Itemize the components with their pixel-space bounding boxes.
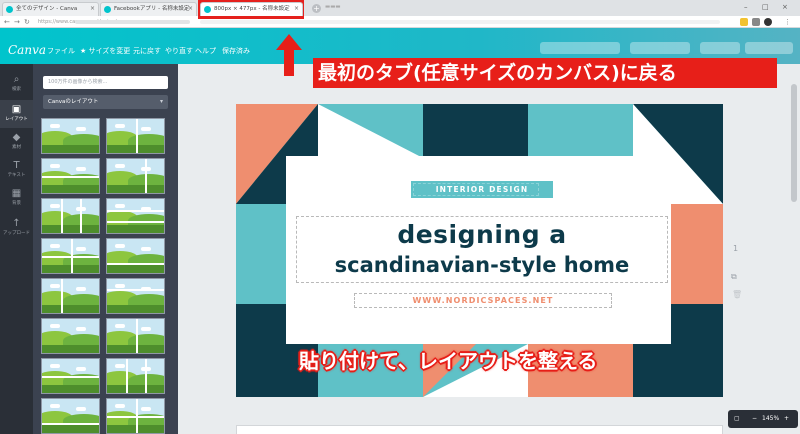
- background-icon: ▦: [11, 188, 22, 199]
- page-number: 1: [733, 244, 739, 253]
- window-close-icon[interactable]: ×: [782, 2, 788, 12]
- maximize-icon[interactable]: □: [762, 2, 769, 12]
- canva-favicon-icon: [104, 6, 111, 13]
- menu-resize[interactable]: ★ サイズを変更: [80, 46, 130, 56]
- blurred-tab: ▬▬▬: [325, 4, 341, 10]
- layout-thumbnail[interactable]: [106, 278, 165, 314]
- extension-icon[interactable]: [752, 18, 760, 26]
- layout-thumbnail[interactable]: [106, 198, 165, 234]
- layout-thumbnail[interactable]: [106, 158, 165, 194]
- dropdown-label: Canvaのレイアウト: [48, 99, 99, 105]
- more-icon[interactable]: ⋮: [784, 17, 791, 27]
- selection-box: [413, 183, 539, 196]
- tab-label: Facebookアプリ - 名称未設定: [114, 6, 190, 12]
- blurred-header-item: [630, 42, 690, 54]
- browser-tab-bar: 全てのデザイン - Canva × Facebookアプリ - 名称未設定 × …: [0, 0, 800, 16]
- website-textbox[interactable]: WWW.NORDICSPACES.NET: [354, 293, 612, 308]
- canva-favicon-icon: [6, 6, 13, 13]
- layout-thumbnail[interactable]: [41, 118, 100, 154]
- zoom-level: 145%: [762, 415, 780, 422]
- tab-label: 800px × 477px - 名称未設定: [214, 6, 290, 12]
- profile-icon[interactable]: [764, 18, 772, 26]
- annotation-bottom: 貼り付けて、レイアウトを整える: [299, 349, 598, 373]
- menu-saved: 保存済み: [222, 47, 250, 55]
- sidebar-item-layout[interactable]: ▣ レイアウト: [0, 100, 33, 128]
- layout-thumbnail[interactable]: [106, 118, 165, 154]
- annotation-top: 最初のタブ(任意サイズのカンバス)に戻る: [313, 58, 777, 88]
- back-icon[interactable]: ←: [4, 17, 10, 27]
- layout-thumbnail[interactable]: [41, 198, 100, 234]
- search-input[interactable]: 100万件の画像から検索...: [43, 76, 168, 89]
- layout-thumbnail[interactable]: [41, 238, 100, 274]
- blurred-header-item: [540, 42, 620, 54]
- reload-icon[interactable]: ↻: [24, 17, 30, 27]
- close-icon[interactable]: ×: [294, 3, 299, 15]
- menu-help[interactable]: ヘルプ: [195, 46, 216, 56]
- layout-icon: ▣: [11, 104, 22, 115]
- upload-icon: ↑: [12, 218, 21, 229]
- layout-grid: [41, 118, 169, 434]
- search-icon: ⌕: [13, 74, 20, 85]
- zoom-in-icon[interactable]: +: [784, 410, 789, 428]
- minimize-icon[interactable]: –: [744, 2, 748, 12]
- layout-thumbnail[interactable]: [106, 358, 165, 394]
- headline-textbox[interactable]: designing a scandinavian-style home: [296, 216, 668, 283]
- extension-icon[interactable]: [740, 18, 748, 26]
- layout-thumbnail[interactable]: [41, 158, 100, 194]
- close-icon[interactable]: ×: [90, 3, 95, 15]
- scrollbar-thumb[interactable]: [791, 84, 797, 202]
- layout-panel: 100万件の画像から検索... Canvaのレイアウト ▾: [33, 64, 178, 434]
- sidebar-item-label: 背景: [12, 201, 21, 206]
- sidebar-item-label: 検索: [12, 87, 21, 92]
- layout-thumbnail[interactable]: [41, 358, 100, 394]
- delete-page-icon[interactable]: 🗑: [732, 290, 742, 299]
- layout-thumbnail[interactable]: [41, 318, 100, 354]
- menu-file[interactable]: ファイル: [47, 46, 75, 56]
- sidebar-item-background[interactable]: ▦ 背景: [0, 184, 33, 212]
- present-icon[interactable]: ▢: [734, 410, 740, 428]
- zoom-control[interactable]: ▢ − 145% +: [728, 410, 798, 428]
- url-blur: [200, 20, 720, 24]
- screenshot: 全てのデザイン - Canva × Facebookアプリ - 名称未設定 × …: [0, 0, 800, 434]
- menu-undo[interactable]: 元に戻す: [133, 46, 161, 56]
- sidebar-item-label: アップロード: [3, 231, 30, 236]
- blurred-header-item: [745, 42, 793, 54]
- sidebar: ⌕ 検索 ▣ レイアウト ◆ 素材 T テキスト ▦ 背景 ↑ アップロード: [0, 64, 33, 434]
- layout-thumbnail[interactable]: [106, 318, 165, 354]
- menu-redo[interactable]: やり直す: [165, 46, 193, 56]
- copy-page-icon[interactable]: ⧉: [731, 272, 737, 282]
- sidebar-item-text[interactable]: T テキスト: [0, 156, 33, 184]
- url-blur: [75, 20, 190, 24]
- canva-logo[interactable]: Canva: [8, 43, 46, 57]
- sidebar-item-label: レイアウト: [5, 117, 28, 122]
- layout-thumbnail[interactable]: [41, 398, 100, 434]
- text-icon: T: [13, 160, 20, 171]
- zoom-out-icon[interactable]: −: [752, 410, 757, 428]
- close-icon[interactable]: ×: [188, 3, 193, 15]
- new-tab-button[interactable]: +: [312, 4, 321, 13]
- headline-line1: designing a: [397, 220, 567, 249]
- canva-favicon-icon: [204, 6, 211, 13]
- headline-line2: scandinavian-style home: [334, 253, 630, 277]
- forward-icon[interactable]: →: [14, 17, 20, 27]
- sidebar-item-search[interactable]: ⌕ 検索: [0, 70, 33, 98]
- layout-dropdown[interactable]: Canvaのレイアウト ▾: [43, 95, 168, 109]
- tab-label: 全てのデザイン - Canva: [16, 6, 78, 12]
- layout-thumbnail[interactable]: [41, 278, 100, 314]
- sidebar-item-upload[interactable]: ↑ アップロード: [0, 214, 33, 242]
- blurred-header-item: [700, 42, 740, 54]
- layout-thumbnail[interactable]: [106, 238, 165, 274]
- up-arrow-icon: [276, 34, 302, 76]
- next-page[interactable]: [236, 425, 723, 434]
- chevron-down-icon: ▾: [159, 98, 163, 105]
- layout-thumbnail[interactable]: [106, 398, 165, 434]
- address-bar: ← → ↻ https://www.canva.com/design/... ⋮: [0, 16, 800, 28]
- tab-all-designs[interactable]: 全てのデザイン - Canva ×: [2, 2, 99, 16]
- tab-facebook-app[interactable]: Facebookアプリ - 名称未設定 ×: [100, 2, 197, 16]
- sidebar-item-label: 素材: [12, 145, 21, 150]
- tab-custom-canvas[interactable]: 800px × 477px - 名称未設定 ×: [200, 2, 303, 16]
- sidebar-item-label: テキスト: [7, 173, 26, 178]
- sidebar-item-elements[interactable]: ◆ 素材: [0, 128, 33, 156]
- shapes-icon: ◆: [12, 132, 21, 143]
